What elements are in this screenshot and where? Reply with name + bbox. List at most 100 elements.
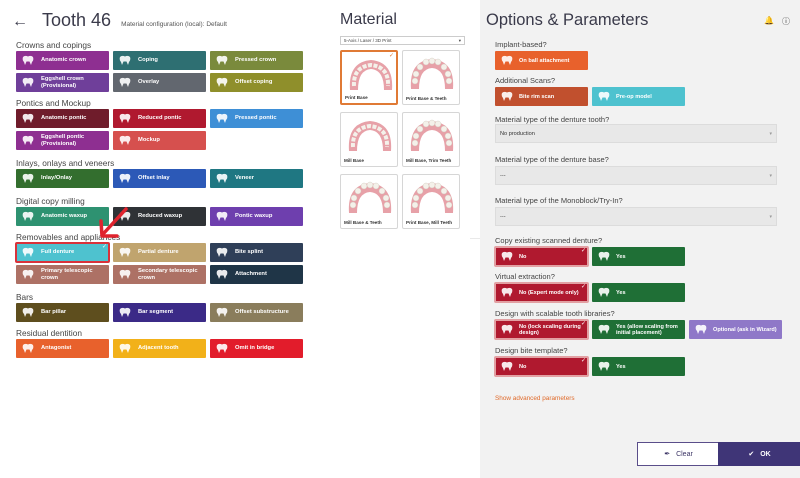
restoration-tile[interactable]: Omit in bridge bbox=[210, 339, 303, 358]
material-dropdown[interactable]: --- ▾ bbox=[495, 207, 777, 226]
restoration-tile[interactable]: Secondary telescopic crown bbox=[113, 265, 206, 284]
option-button[interactable]: No (Expert mode only) ✓ bbox=[494, 282, 589, 303]
restoration-tile[interactable]: Partial denture bbox=[113, 243, 206, 262]
material-card-label: Print Base & Teeth bbox=[406, 96, 447, 101]
option-row: No (lock scaling during design) ✓ Yes (all… bbox=[494, 319, 782, 340]
tile-label: Eggshell pontic (Provisional) bbox=[41, 134, 85, 147]
full-denture-icon bbox=[21, 247, 35, 258]
back-arrow-icon[interactable]: ← bbox=[12, 13, 28, 31]
show-advanced-parameters-link[interactable]: Show advanced parameters bbox=[495, 395, 575, 402]
option-label: Bite rim scan bbox=[519, 93, 555, 100]
material-dropdown[interactable]: --- ▾ bbox=[495, 166, 777, 185]
restoration-tile[interactable]: Primary telescopic crown bbox=[16, 265, 109, 284]
restoration-tile[interactable]: Overlay bbox=[113, 73, 206, 92]
option-button[interactable]: Yes bbox=[592, 357, 685, 376]
restoration-tile[interactable]: Offset inlay bbox=[113, 169, 206, 188]
bar-segment-icon bbox=[118, 307, 132, 318]
restoration-tile[interactable]: Inlay/Onlay bbox=[16, 169, 109, 188]
question-label: Material type of the Monoblock/Try-In? bbox=[495, 196, 623, 205]
restoration-tile[interactable]: Eggshell crown (Provisional) bbox=[16, 73, 109, 92]
page-title: Tooth 46 bbox=[42, 10, 112, 30]
restoration-tile[interactable]: Anatomic crown bbox=[16, 51, 109, 70]
option-button[interactable]: Yes (allow scaling from initial placemen… bbox=[592, 320, 685, 339]
ok-button[interactable]: ✔ OK bbox=[718, 442, 800, 466]
clear-button[interactable]: ✒ Clear bbox=[637, 442, 720, 466]
restoration-tile[interactable]: Veneer bbox=[210, 169, 303, 188]
tile-label: Pressed crown bbox=[235, 57, 277, 64]
option-button[interactable]: Bite rim scan bbox=[495, 87, 588, 106]
tile-row: Primary telescopic crown Secondary telesc… bbox=[16, 265, 307, 284]
material-card[interactable]: Mill Base, Trim Teeth bbox=[402, 112, 460, 167]
option-button[interactable]: Optional (ask in Wizard) bbox=[689, 320, 782, 339]
material-card-label: Mill Base bbox=[344, 158, 364, 163]
material-card-label: Mill Base & Teeth bbox=[344, 220, 382, 225]
question-label: Design bite template? bbox=[495, 346, 568, 355]
material-card[interactable]: Print Base, Mill Teeth bbox=[402, 174, 460, 229]
restoration-tile[interactable]: Eggshell pontic (Provisional) bbox=[16, 131, 109, 150]
offset-substructure-icon bbox=[215, 307, 229, 318]
option-label: On ball attachment bbox=[519, 57, 570, 64]
option-label: Pre-op model bbox=[616, 93, 652, 100]
tile-label: Attachment bbox=[235, 271, 267, 278]
option-button[interactable]: Yes bbox=[592, 283, 685, 302]
material-card[interactable]: Print Base & Teeth bbox=[402, 50, 460, 105]
restoration-tile[interactable]: Coping bbox=[113, 51, 206, 70]
option-label: No bbox=[519, 253, 527, 260]
restoration-tile[interactable]: Bite splint bbox=[210, 243, 303, 262]
reduced-pontic-icon bbox=[118, 113, 132, 124]
restoration-tile[interactable]: Full denture ✓ bbox=[15, 242, 110, 263]
restoration-tile[interactable]: Bar segment bbox=[113, 303, 206, 322]
material-panel: Material 5-Axis / Laser / 3D Print ▾ Pri… bbox=[330, 0, 470, 478]
chevron-down-icon: ▾ bbox=[769, 173, 772, 179]
material-card[interactable]: Mill Base & Teeth bbox=[340, 174, 398, 229]
option-button[interactable]: No ✓ bbox=[494, 356, 589, 377]
option-icon bbox=[597, 324, 611, 335]
restoration-tile[interactable]: Pressed crown bbox=[210, 51, 303, 70]
option-button[interactable]: No ✓ bbox=[494, 246, 589, 267]
option-button[interactable]: Pre-op model bbox=[592, 87, 685, 106]
restoration-tile[interactable]: Pressed pontic bbox=[210, 109, 303, 128]
material-process-select[interactable]: 5-Axis / Laser / 3D Print ▾ bbox=[340, 36, 465, 45]
restoration-tile[interactable]: Reduced pontic bbox=[113, 109, 206, 128]
tile-label: Veneer bbox=[235, 175, 255, 182]
restoration-tile[interactable]: Bar pillar bbox=[16, 303, 109, 322]
material-dropdown[interactable]: No production ▾ bbox=[495, 124, 777, 143]
restoration-tile[interactable]: Adjacent tooth bbox=[113, 339, 206, 358]
restoration-tile[interactable]: Antagonist bbox=[16, 339, 109, 358]
option-button[interactable]: Yes bbox=[592, 247, 685, 266]
section-title: Digital copy milling bbox=[16, 196, 85, 206]
option-icon bbox=[597, 91, 611, 102]
restoration-tile[interactable]: Offset substructure bbox=[210, 303, 303, 322]
omit-icon bbox=[215, 343, 229, 354]
checkmark-icon: ✔ bbox=[748, 451, 755, 458]
restoration-tile[interactable]: Attachment bbox=[210, 265, 303, 284]
attachment-icon bbox=[215, 269, 229, 280]
chevron-down-icon: ▾ bbox=[769, 214, 772, 220]
bell-icon[interactable]: 🔔 bbox=[764, 16, 774, 27]
material-card-label: Print Base, Mill Teeth bbox=[406, 220, 453, 225]
option-button[interactable]: On ball attachment bbox=[495, 51, 588, 70]
tile-label: Anatomic crown bbox=[41, 57, 87, 64]
tile-label: Eggshell crown (Provisional) bbox=[41, 76, 84, 89]
restoration-tile[interactable]: Pontic waxup bbox=[210, 207, 303, 226]
restoration-tile[interactable]: Anatomic pontic bbox=[16, 109, 109, 128]
tile-row: Antagonist Adjacent tooth Omit in bridge bbox=[16, 339, 307, 358]
material-card[interactable]: Print Base ✓ bbox=[340, 50, 398, 105]
tile-row: Anatomic waxup Reduced waxup Pontic waxup bbox=[16, 207, 307, 226]
inlay-icon bbox=[21, 173, 35, 184]
tile-label: Partial denture bbox=[138, 249, 179, 256]
overlay-icon bbox=[118, 77, 132, 88]
restoration-tile[interactable]: Offset coping bbox=[210, 73, 303, 92]
option-label: No (Expert mode only) bbox=[519, 289, 579, 296]
option-row: No ✓ Yes bbox=[494, 356, 685, 377]
denture-jaw-icon bbox=[403, 175, 459, 217]
option-button[interactable]: No (lock scaling during design) ✓ bbox=[494, 319, 589, 340]
help-icon[interactable]: ⓘ bbox=[782, 16, 790, 27]
restoration-tile[interactable]: Mockup bbox=[113, 131, 206, 150]
material-card-label: Mill Base, Trim Teeth bbox=[406, 158, 452, 163]
pontic-waxup-icon bbox=[215, 211, 229, 222]
denture-jaw-icon bbox=[341, 175, 397, 217]
material-card[interactable]: Mill Base bbox=[340, 112, 398, 167]
offset-inlay-icon bbox=[118, 173, 132, 184]
restoration-type-panel: ← Tooth 46 Material configuration (local… bbox=[0, 0, 330, 478]
